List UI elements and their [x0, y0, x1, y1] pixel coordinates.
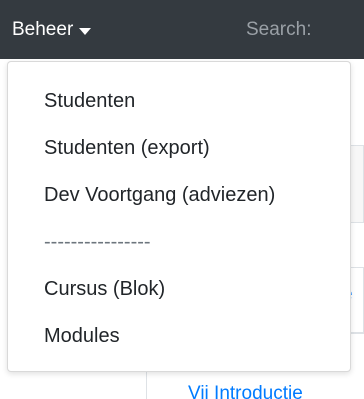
menu-item-studenten[interactable]: Studenten: [8, 78, 350, 125]
beheer-menu-label: Beheer: [12, 19, 74, 40]
menu-item-modules[interactable]: Modules: [8, 313, 350, 360]
menu-separator: ----------------: [44, 231, 151, 253]
beheer-dropdown-menu: Studenten Studenten (export) Dev Voortga…: [7, 61, 351, 372]
app-root: Beheer Search: e Vij Introductie Student…: [0, 0, 364, 399]
background-bottom-link[interactable]: Vij Introductie: [188, 383, 303, 399]
caret-down-icon: [79, 27, 92, 35]
navbar: Beheer Search:: [0, 0, 364, 59]
menu-item-cursus-blok[interactable]: Cursus (Blok): [8, 266, 350, 313]
menu-item-dev-voortgang[interactable]: Dev Voortgang (adviezen): [8, 172, 350, 219]
search-label: Search:: [246, 19, 312, 40]
menu-item-studenten-export[interactable]: Studenten (export): [8, 125, 350, 172]
beheer-menu-toggle[interactable]: Beheer: [12, 14, 92, 46]
